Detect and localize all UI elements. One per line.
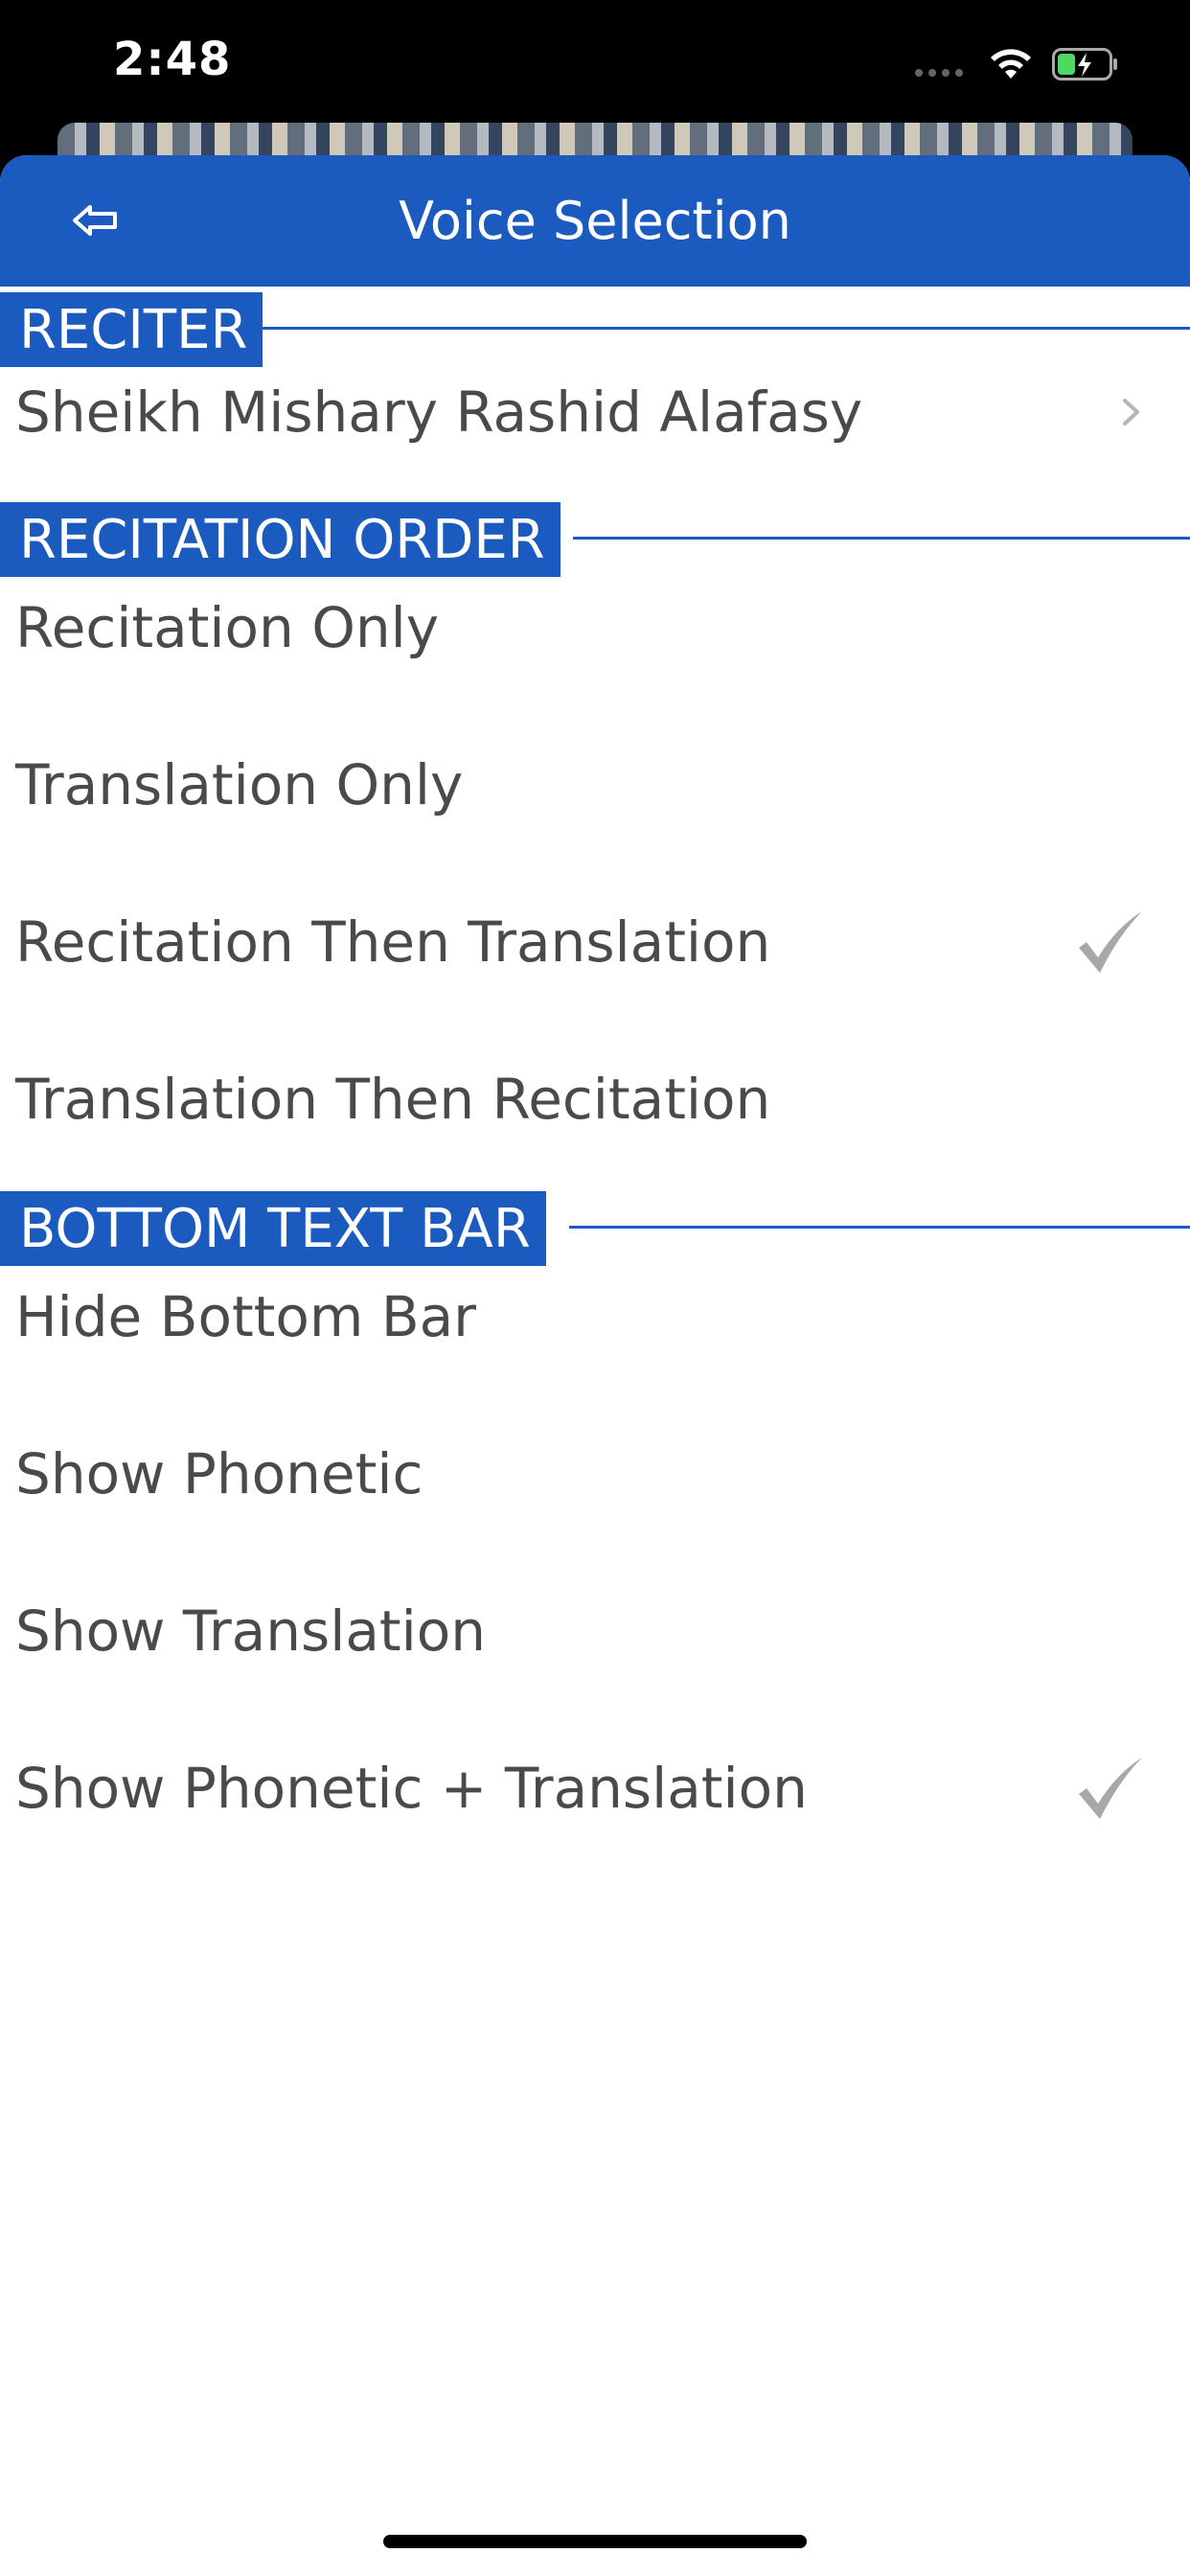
option-label: Recitation Then Translation <box>15 909 771 975</box>
row-accessory <box>1075 1731 1144 1846</box>
option-recitation-only[interactable]: Recitation Only <box>0 570 1190 685</box>
status-time: 2:48 <box>113 33 232 86</box>
option-translation-then-recitation[interactable]: Translation Then Recitation <box>0 1042 1190 1157</box>
option-label: Recitation Only <box>15 595 440 660</box>
option-label: Translation Then Recitation <box>15 1067 771 1132</box>
checkmark-icon <box>1079 1758 1142 1819</box>
navigation-bar: Voice Selection <box>0 155 1190 287</box>
reciter-name: Sheikh Mishary Rashid Alafasy <box>15 380 863 445</box>
section-title-bottom-text-bar: BOTTOM TEXT BAR <box>0 1191 546 1266</box>
row-accessory <box>1119 355 1144 470</box>
wifi-icon <box>991 49 1031 79</box>
status-bar: 2:48 <box>0 0 1190 134</box>
chevron-right-icon <box>1123 399 1139 426</box>
battery-icon <box>1052 48 1117 80</box>
option-label: Show Phonetic + Translation <box>15 1756 808 1821</box>
option-show-phonetic-translation[interactable]: Show Phonetic + Translation <box>0 1731 1190 1846</box>
voice-selection-sheet: Voice Selection RECITER Sheikh Mishary R… <box>0 155 1190 2576</box>
option-label: Show Phonetic <box>15 1441 423 1506</box>
section-divider <box>569 1226 1190 1229</box>
section-header-recitation-order: RECITATION ORDER <box>0 502 1190 577</box>
section-header-bottom-text-bar: BOTTOM TEXT BAR <box>0 1191 1190 1266</box>
back-arrow-icon <box>73 205 117 236</box>
home-indicator <box>383 2535 807 2548</box>
row-accessory <box>1075 885 1144 1000</box>
checkmark-icon <box>1079 911 1142 973</box>
back-button[interactable] <box>57 192 134 249</box>
option-label: Translation Only <box>15 752 464 817</box>
option-hide-bottom-bar[interactable]: Hide Bottom Bar <box>0 1259 1190 1374</box>
reciter-row[interactable]: Sheikh Mishary Rashid Alafasy <box>0 355 1190 470</box>
cellular-signal-icon <box>915 69 963 77</box>
option-label: Show Translation <box>15 1598 486 1664</box>
option-label: Hide Bottom Bar <box>15 1284 477 1349</box>
option-recitation-then-translation[interactable]: Recitation Then Translation <box>0 885 1190 1000</box>
page-title: Voice Selection <box>399 191 791 251</box>
section-divider <box>573 537 1190 540</box>
section-title-recitation-order: RECITATION ORDER <box>0 502 561 577</box>
option-show-translation[interactable]: Show Translation <box>0 1574 1190 1689</box>
section-divider <box>261 327 1190 330</box>
option-show-phonetic[interactable]: Show Phonetic <box>0 1416 1190 1531</box>
option-translation-only[interactable]: Translation Only <box>0 727 1190 842</box>
